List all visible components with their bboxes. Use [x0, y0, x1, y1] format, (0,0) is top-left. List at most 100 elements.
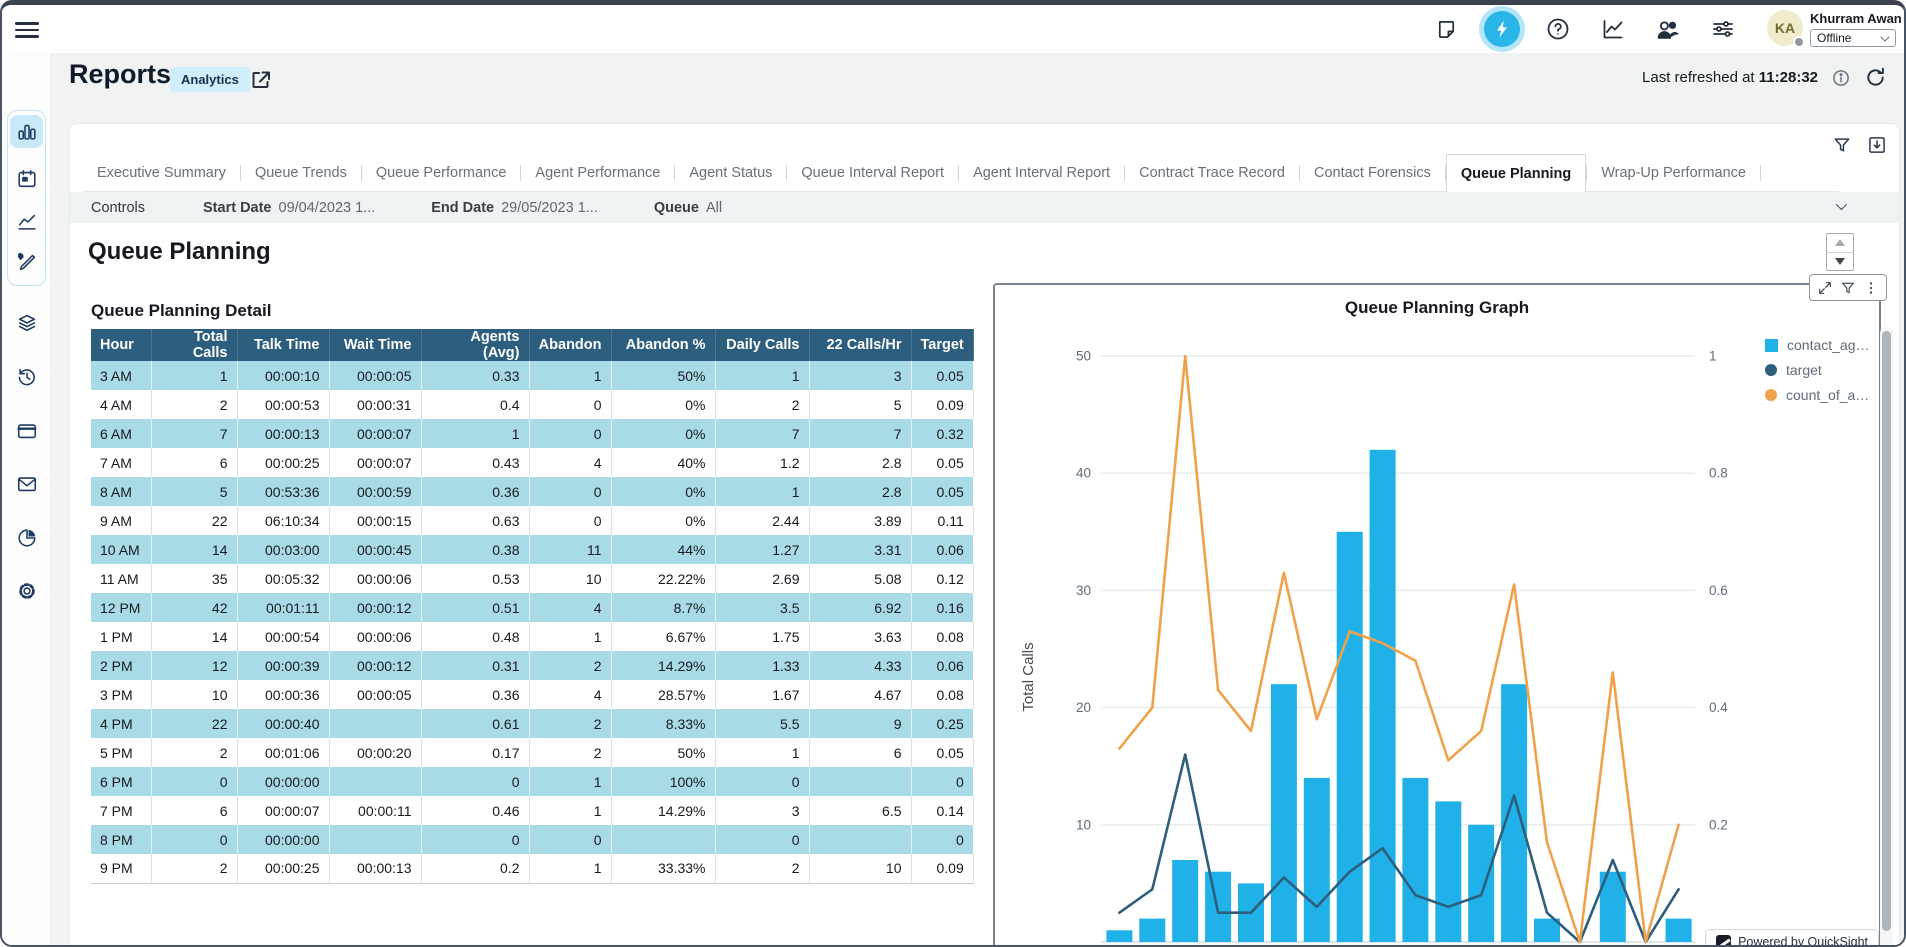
column-header[interactable]: Hour	[91, 329, 151, 361]
report-body: Queue Planning Queue Planning Detail Hou…	[70, 223, 1899, 947]
table-cell: 06:10:34	[237, 506, 329, 535]
tab-queue-planning[interactable]: Queue Planning	[1446, 154, 1586, 192]
table-cell: 11	[529, 535, 611, 564]
sidebar-item-bar-chart[interactable]	[15, 120, 39, 144]
insights-bolt-icon[interactable]	[1479, 6, 1525, 52]
column-header[interactable]: Talk Time	[237, 329, 329, 361]
svg-text:0.2: 0.2	[1709, 817, 1728, 832]
analytics-badge: Analytics	[170, 67, 250, 92]
tab-queue-performance[interactable]: Queue Performance	[362, 155, 521, 191]
sidebar-item-mail[interactable]	[15, 472, 39, 496]
menu-icon[interactable]	[15, 18, 39, 38]
sidebar-item-calendar[interactable]	[15, 167, 39, 191]
table-cell	[329, 709, 421, 738]
table-cell: 4 PM	[91, 709, 151, 738]
table-cell: 0.36	[421, 477, 529, 506]
table-cell	[611, 825, 715, 854]
table-row: 8 AM500:53:3600:00:590.3600%12.80.05	[91, 477, 973, 506]
report-scrollbar-thumb[interactable]	[1882, 331, 1891, 931]
table-cell: 00:00:25	[237, 448, 329, 477]
column-header[interactable]: Agents (Avg)	[421, 329, 529, 361]
table-cell: 0.33	[421, 361, 529, 390]
tab-queue-interval-report[interactable]: Queue Interval Report	[787, 155, 958, 191]
status-select[interactable]: Offline	[1810, 29, 1896, 47]
help-icon[interactable]	[1545, 17, 1570, 42]
table-cell: 1	[151, 361, 237, 390]
table-cell: 10	[809, 854, 911, 883]
table-cell: 2 PM	[91, 651, 151, 680]
tab-wrap-up-performance[interactable]: Wrap-Up Performance	[1587, 155, 1760, 191]
tab-executive-summary[interactable]: Executive Summary	[83, 155, 240, 191]
top-bar: KA Khurram Awan Offline	[2, 5, 1904, 53]
sidebar-item-layers[interactable]	[15, 310, 39, 334]
powered-by-quicksight[interactable]: Powered by QuickSight	[1705, 929, 1879, 947]
tab-agent-status[interactable]: Agent Status	[675, 155, 786, 191]
report-scrollbar	[1880, 327, 1893, 947]
svg-text:0.4: 0.4	[1709, 700, 1728, 715]
notes-icon[interactable]	[1434, 17, 1459, 42]
table-cell: 1.2	[715, 448, 809, 477]
tab-queue-trends[interactable]: Queue Trends	[241, 155, 361, 191]
sidebar-item-pie-chart[interactable]	[15, 526, 39, 550]
table-cell: 0.08	[911, 680, 973, 709]
table-row: 1 PM1400:00:5400:00:060.4816.67%1.753.63…	[91, 622, 973, 651]
tab-agent-interval-report[interactable]: Agent Interval Report	[959, 155, 1124, 191]
table-cell: 0.25	[911, 709, 973, 738]
info-icon[interactable]	[1828, 65, 1853, 90]
table-row: 3 PM1000:00:3600:00:050.36428.57%1.674.6…	[91, 680, 973, 709]
agents-icon[interactable]	[1655, 17, 1680, 42]
table-cell: 2	[715, 390, 809, 419]
table-cell: 0.36	[421, 680, 529, 709]
table-cell	[329, 825, 421, 854]
column-header[interactable]: Wait Time	[329, 329, 421, 361]
filter-end-date[interactable]: End Date29/05/2023 1...	[431, 200, 598, 216]
column-header[interactable]: 22 Calls/Hr	[809, 329, 911, 361]
tab-agent-performance[interactable]: Agent Performance	[521, 155, 674, 191]
sidebar-item-design[interactable]	[15, 249, 39, 273]
refresh-icon[interactable]	[1863, 65, 1888, 90]
table-cell	[809, 767, 911, 796]
table-cell: 1	[529, 796, 611, 825]
tab-contact-forensics[interactable]: Contact Forensics	[1300, 155, 1445, 191]
settings-sliders-icon[interactable]	[1710, 17, 1735, 42]
column-header[interactable]: Abandon %	[611, 329, 715, 361]
controls-bar: Controls Start Date09/04/2023 1...End Da…	[70, 192, 1899, 223]
svg-text:Total Calls: Total Calls	[1020, 642, 1037, 711]
table-row: 11 AM3500:05:3200:00:060.531022.22%2.695…	[91, 564, 973, 593]
sidebar-item-window[interactable]	[15, 419, 39, 443]
bar-chart-icon	[16, 121, 38, 143]
column-header[interactable]: Target	[911, 329, 973, 361]
table-cell: 22	[151, 506, 237, 535]
table-cell: 3.63	[809, 622, 911, 651]
stepper-down-button[interactable]	[1827, 253, 1853, 271]
table-cell: 0.17	[421, 738, 529, 767]
column-header[interactable]: Daily Calls	[715, 329, 809, 361]
table-cell: 00:00:12	[329, 651, 421, 680]
table-cell: 0.08	[911, 622, 973, 651]
table-cell: 0%	[611, 419, 715, 448]
filter-queue[interactable]: QueueAll	[654, 200, 722, 216]
tab-contract-trace-record[interactable]: Contract Trace Record	[1125, 155, 1299, 191]
download-icon[interactable]	[1864, 132, 1889, 157]
table-cell: 14.29%	[611, 796, 715, 825]
svg-text:1: 1	[1709, 349, 1717, 364]
filter-icon[interactable]	[1829, 132, 1854, 157]
table-row: 3 AM100:00:1000:00:050.33150%130.05	[91, 361, 973, 390]
metrics-icon[interactable]	[1600, 17, 1625, 42]
filter-start-date[interactable]: Start Date09/04/2023 1...	[203, 200, 375, 216]
table-cell: 42	[151, 593, 237, 622]
table-cell: 0.11	[911, 506, 973, 535]
table-cell: 00:00:54	[237, 622, 329, 651]
column-header[interactable]: Abandon	[529, 329, 611, 361]
sidebar-item-line-chart[interactable]	[15, 210, 39, 234]
sidebar-item-settings[interactable]	[15, 579, 39, 603]
table-cell: 00:00:06	[329, 564, 421, 593]
table-cell: 7 AM	[91, 448, 151, 477]
sidebar-item-history[interactable]	[15, 364, 39, 388]
open-external-icon[interactable]	[248, 67, 273, 92]
table-cell: 00:01:06	[237, 738, 329, 767]
column-header[interactable]: Total Calls	[151, 329, 237, 361]
stepper-up-button[interactable]	[1827, 234, 1853, 253]
controls-collapse-icon[interactable]	[1836, 199, 1847, 210]
table-cell: 14	[151, 535, 237, 564]
